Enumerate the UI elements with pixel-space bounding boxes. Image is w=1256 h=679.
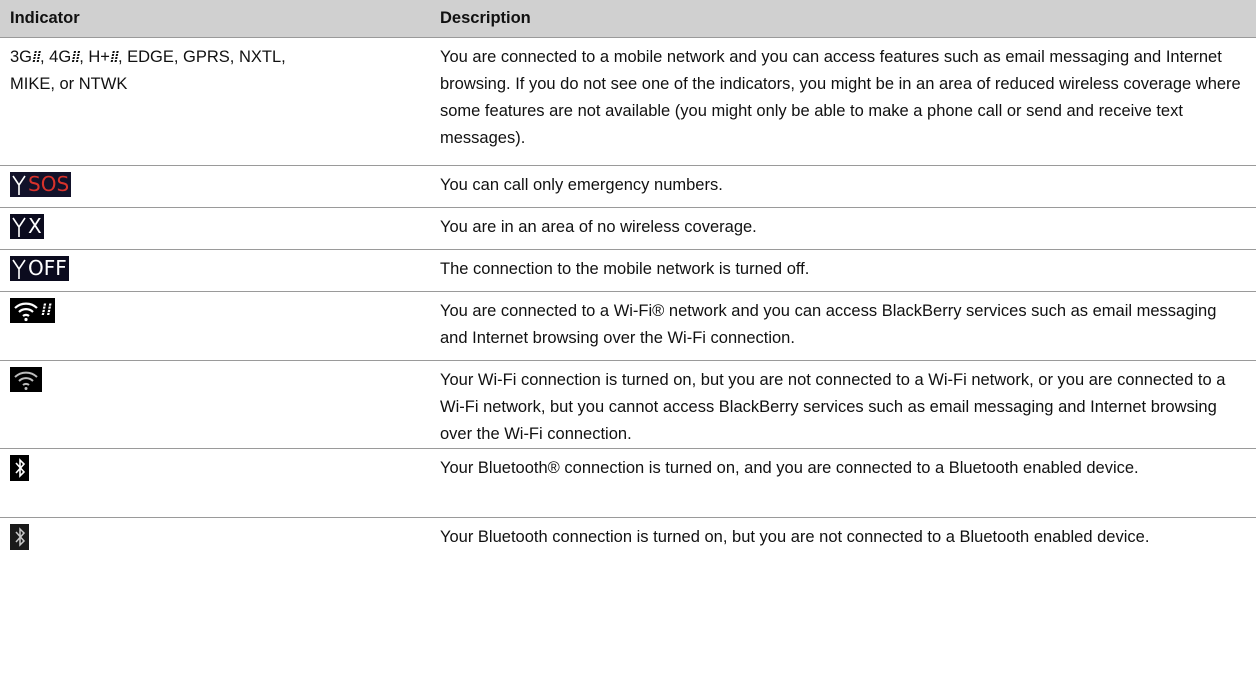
indicator-cell: X: [0, 207, 429, 250]
table-row: Your Bluetooth® connection is turned on,…: [0, 448, 1256, 518]
antenna-x-icon: X: [10, 214, 44, 239]
description-cell: You can call only emergency numbers.: [429, 165, 1256, 208]
indicator-text: MIKE, or NTWK: [10, 75, 128, 93]
antenna-off-icon: OFF: [10, 256, 69, 281]
indicator-text: , EDGE, GPRS, NXTL,: [117, 48, 286, 66]
table-row: SOS You can call only emergency numbers.: [0, 165, 1256, 208]
indicator-text: 3G: [10, 48, 33, 66]
antenna-sos-icon: SOS: [10, 172, 72, 197]
table-header-row: Indicator Description: [0, 0, 1256, 38]
indicator-cell: OFF: [0, 249, 429, 292]
indicator-text: , H+: [79, 48, 110, 66]
indicator-cell: [0, 518, 429, 590]
table-row: ⁞⁞ You are connected to a Wi-Fi® network…: [0, 291, 1256, 361]
bluetooth-connected-icon: [10, 455, 29, 481]
blackberry-logo-icon: ⁞⁞: [71, 49, 80, 66]
blackberry-logo-icon: ⁞⁞: [32, 49, 41, 66]
description-cell: You are connected to a mobile network an…: [429, 37, 1256, 166]
description-column-header: Description: [429, 0, 1256, 38]
indicator-text: , 4G: [40, 48, 72, 66]
description-cell: You are in an area of no wireless covera…: [429, 207, 1256, 250]
table-row: Your Bluetooth connection is turned on, …: [0, 518, 1256, 590]
table-row: X You are in an area of no wireless cove…: [0, 207, 1256, 250]
indicator-cell: 3G⁞⁞, 4G⁞⁞, H+⁞⁞, EDGE, GPRS, NXTL, MIKE,…: [0, 37, 429, 166]
indicator-cell: [0, 360, 429, 449]
description-cell: Your Bluetooth connection is turned on, …: [440, 528, 1150, 546]
description-cell: Your Bluetooth® connection is turned on,…: [429, 448, 1256, 518]
table-row: OFF The connection to the mobile network…: [0, 249, 1256, 292]
blackberry-logo-icon: ⁞⁞: [109, 49, 119, 66]
indicator-column-header: Indicator: [0, 0, 429, 38]
indicator-cell: [0, 448, 429, 518]
wifi-icon: [10, 367, 42, 392]
indicator-table: Indicator Description 3G⁞⁞, 4G⁞⁞, H+⁞⁞, …: [0, 0, 1256, 590]
table-row: Your Wi-Fi connection is turned on, but …: [0, 360, 1256, 449]
wifi-blackberry-icon: ⁞⁞: [10, 298, 55, 323]
description-cell: The connection to the mobile network is …: [429, 249, 1256, 292]
description-cell: You are connected to a Wi-Fi® network an…: [429, 291, 1256, 361]
indicator-cell: SOS: [0, 165, 429, 208]
description-cell: Your Wi-Fi connection is turned on, but …: [429, 360, 1256, 449]
bluetooth-icon: [10, 524, 29, 550]
table-row: 3G⁞⁞, 4G⁞⁞, H+⁞⁞, EDGE, GPRS, NXTL, MIKE,…: [0, 37, 1256, 166]
indicator-cell: ⁞⁞: [0, 291, 429, 361]
